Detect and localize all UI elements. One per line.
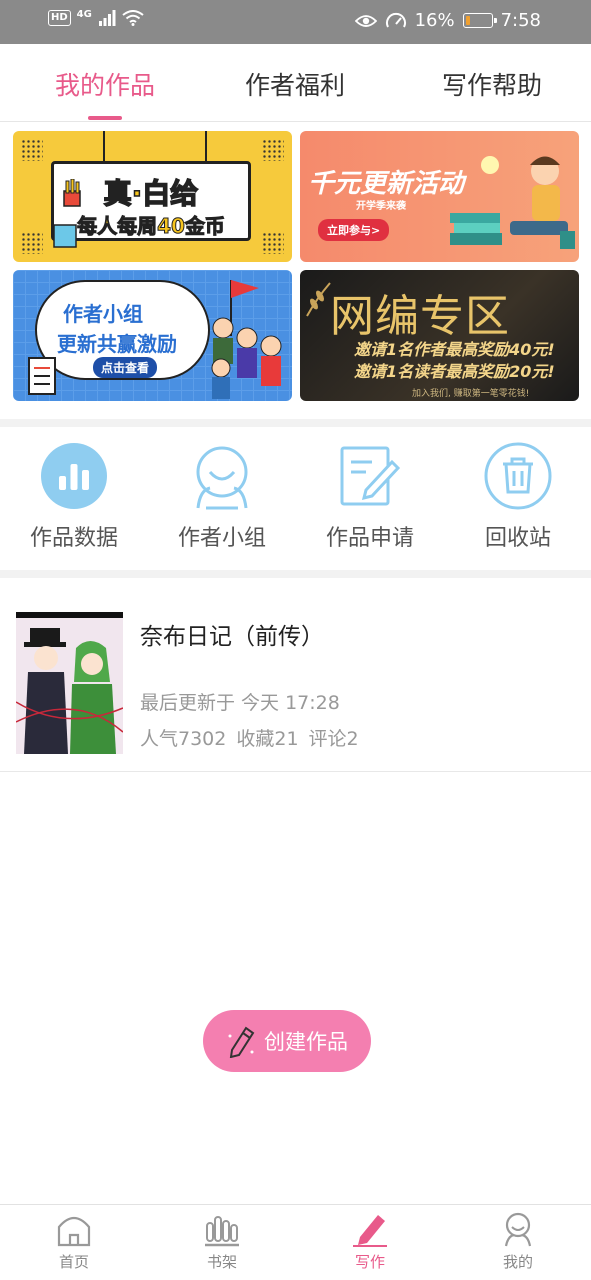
- banner-title: 千元更新活动: [308, 169, 465, 199]
- work-updated-time: 最后更新于 今天 17:28: [140, 692, 340, 714]
- reading-person-illustration: [450, 156, 575, 249]
- bookshelf-icon: [205, 1216, 239, 1247]
- tab-indicator: [88, 116, 122, 120]
- action-recycle-bin[interactable]: 回收站: [444, 442, 591, 552]
- battery-icon: [462, 13, 497, 28]
- nav-profile[interactable]: 我的: [444, 1211, 591, 1272]
- action-work-data[interactable]: 作品数据: [0, 442, 148, 552]
- pencil-icon: [228, 1026, 255, 1058]
- create-work-label: 创建作品: [264, 1030, 348, 1054]
- nav-label: 我的: [502, 1253, 533, 1271]
- banner-subtitle: 每人每周40金币: [77, 214, 226, 239]
- wheat-icon: [306, 282, 331, 317]
- nav-label: 首页: [58, 1253, 89, 1271]
- action-work-apply[interactable]: 作品申请: [296, 442, 444, 552]
- network-type: 4G: [76, 8, 92, 20]
- fries-icon: [63, 179, 81, 207]
- drink-icon: [53, 224, 77, 248]
- action-author-group[interactable]: 作者小组: [148, 442, 296, 552]
- dot-pattern: [21, 232, 43, 254]
- hanger-line: [103, 131, 105, 163]
- action-label: 回收站: [484, 526, 551, 551]
- create-work-button[interactable]: 创建作品: [203, 1010, 371, 1072]
- nav-home[interactable]: 首页: [0, 1211, 148, 1272]
- nav-label: 写作: [354, 1253, 385, 1271]
- banner-title: 真·白给: [103, 176, 199, 211]
- tab-author-benefits[interactable]: 作者福利: [205, 66, 385, 102]
- home-icon: [57, 1216, 91, 1247]
- banner-free-coins[interactable]: 真·白给 每人每周40金币: [13, 131, 292, 262]
- banner-author-group[interactable]: 作者小组 更新共赢激励 点击查看: [13, 270, 292, 401]
- clock: 7:58: [500, 10, 541, 31]
- banner-line-2: 邀请1名读者最高奖励20元!: [354, 362, 555, 381]
- tab-writing-help[interactable]: 写作帮助: [402, 66, 582, 102]
- battery-percent: 16%: [414, 10, 455, 31]
- status-left: HD 4G: [48, 8, 144, 26]
- profile-icon: [504, 1212, 532, 1247]
- work-stats: 人气7302 收藏21 评论2: [140, 724, 359, 751]
- group-people-illustration: [211, 280, 282, 399]
- work-title[interactable]: 奈布日记（前传）: [140, 617, 324, 651]
- join-now-button[interactable]: 立即参与>: [318, 219, 390, 241]
- banner-update-event[interactable]: 千元更新活动 开学季来袭 立即参与>: [300, 131, 579, 262]
- nav-bookshelf[interactable]: 书架: [148, 1211, 296, 1272]
- wifi-icon: [122, 10, 144, 26]
- bottom-nav: 首页 书架 写作 我的: [0, 1204, 591, 1280]
- eye-comfort-icon: [354, 14, 377, 27]
- speed-icon: [385, 12, 406, 27]
- work-list-item[interactable]: 奈布日记（前传） 最后更新于 今天 17:28 人气7302 收藏21 评论2: [0, 580, 591, 772]
- battery-fill: [465, 16, 470, 25]
- quick-actions: 作品数据 作者小组 作品申请 回收站: [0, 428, 591, 570]
- clipboard-icon: [28, 357, 56, 395]
- banner-grid: 真·白给 每人每周40金币 千元更新活动 开学季来袭 立即参与> 作者小组 更新…: [0, 123, 591, 419]
- banner-subtitle: 开学季来袭: [356, 201, 406, 212]
- popularity-count: 人气7302: [140, 728, 227, 750]
- banner-subtitle: 更新共赢激励: [57, 332, 177, 356]
- status-bar: HD 4G 16% 7:58: [0, 0, 591, 44]
- favorites-count: 收藏21: [236, 728, 299, 750]
- banner-line-1: 邀请1名作者最高奖励40元!: [354, 340, 555, 359]
- group-icon: [196, 446, 248, 510]
- banner-editor-zone[interactable]: 网编专区 邀请1名作者最高奖励40元! 邀请1名读者最高奖励20元! 加入我们,…: [300, 270, 579, 401]
- hanger-line: [205, 131, 207, 163]
- section-divider: [0, 419, 591, 427]
- action-label: 作者小组: [177, 526, 266, 551]
- action-label: 作品数据: [29, 526, 118, 551]
- signal-icon: [98, 10, 116, 26]
- top-tabs: 我的作品 作者福利 写作帮助: [0, 44, 591, 122]
- dot-pattern: [262, 139, 284, 161]
- hd-badge: HD: [48, 10, 71, 26]
- view-button[interactable]: 点击查看: [93, 357, 158, 378]
- trash-icon: [484, 442, 552, 510]
- banner-title: 网编专区: [330, 291, 510, 342]
- bar-chart-icon: [41, 443, 107, 509]
- status-right: 16% 7:58: [354, 10, 541, 31]
- section-divider: [0, 570, 591, 578]
- work-cover-image: [16, 612, 123, 754]
- dot-pattern: [262, 232, 284, 254]
- action-label: 作品申请: [325, 526, 414, 551]
- dot-pattern: [21, 139, 43, 161]
- pen-icon: [353, 1215, 387, 1247]
- tab-my-works[interactable]: 我的作品: [15, 66, 195, 102]
- nav-label: 书架: [206, 1253, 237, 1271]
- edit-document-icon: [340, 446, 401, 506]
- nav-write[interactable]: 写作: [296, 1211, 444, 1272]
- banner-footer: 加入我们, 赚取第一笔零花钱!: [412, 389, 530, 399]
- banner-title: 作者小组: [63, 302, 143, 326]
- comments-count: 评论2: [308, 728, 359, 750]
